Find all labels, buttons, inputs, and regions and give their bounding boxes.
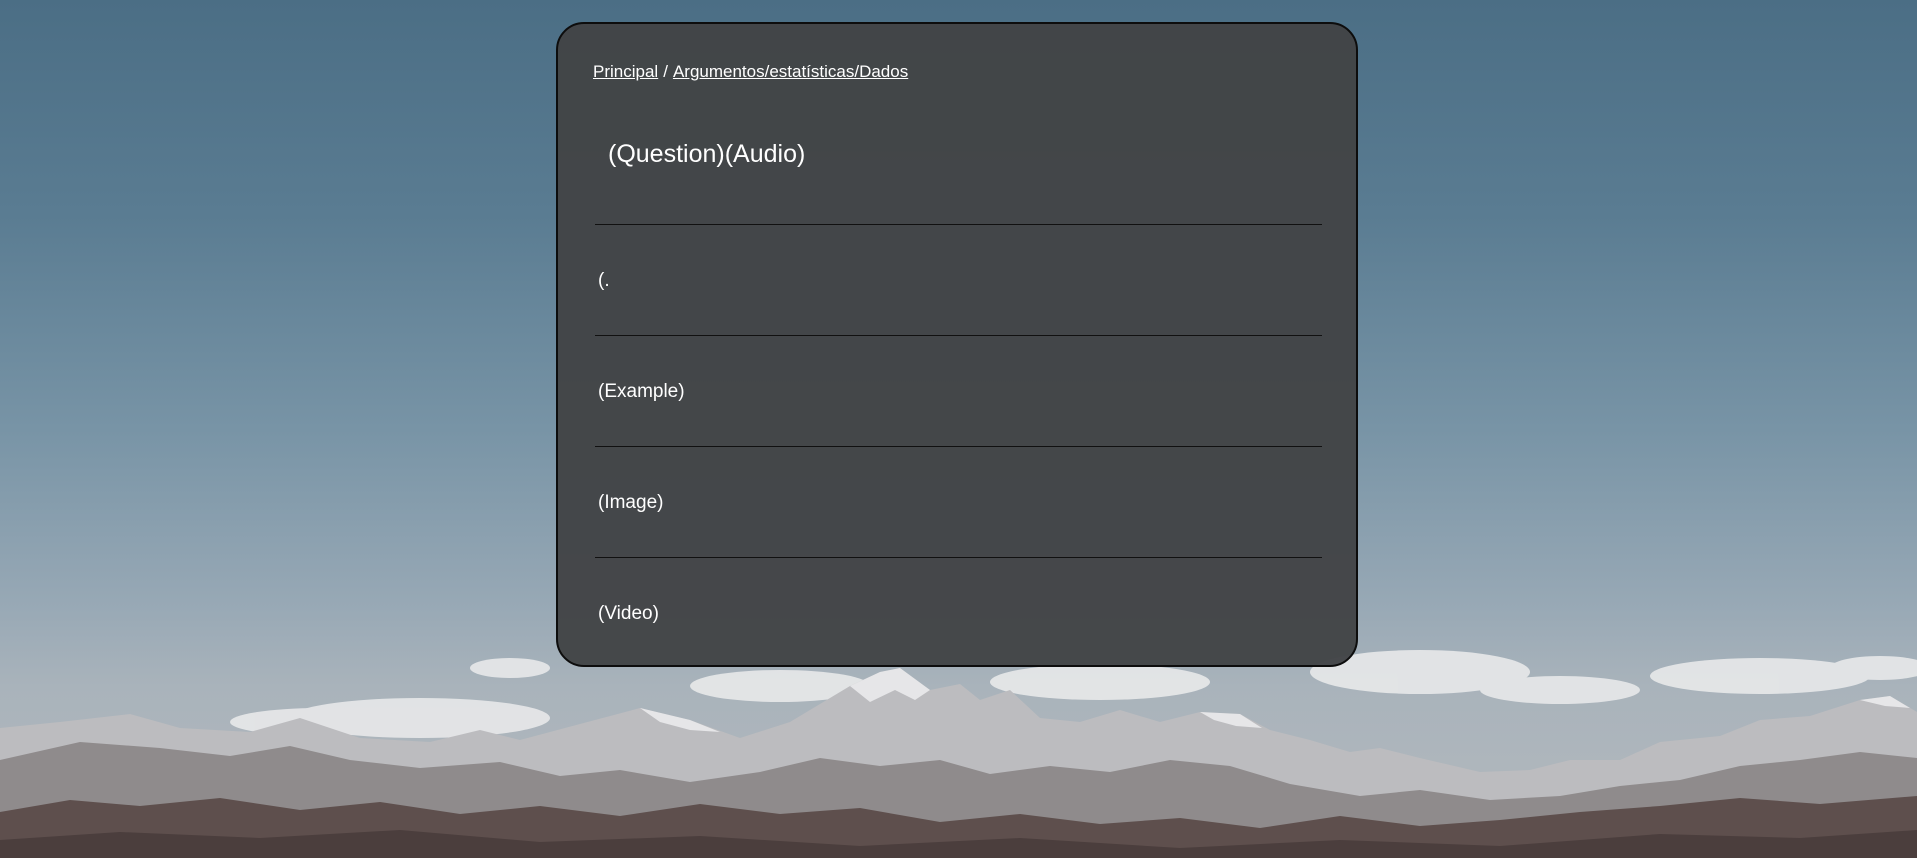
section-label-video: (Video)	[598, 603, 659, 624]
section-divider	[595, 224, 1322, 225]
section-divider	[595, 557, 1322, 558]
page-title: (Question)(Audio)	[608, 140, 806, 168]
breadcrumb-link-current[interactable]: Argumentos/estatísticas/Dados	[673, 62, 908, 81]
breadcrumb: Principal / Argumentos/estatísticas/Dados	[593, 62, 908, 82]
section-label-example: (Example)	[598, 381, 685, 402]
section-divider	[595, 335, 1322, 336]
section-label-image: (Image)	[598, 492, 664, 513]
breadcrumb-link-home[interactable]: Principal	[593, 62, 658, 81]
breadcrumb-separator: /	[663, 62, 668, 81]
section-divider	[595, 446, 1322, 447]
section-label-intro: (.	[598, 270, 610, 291]
content-card: Principal / Argumentos/estatísticas/Dados …	[556, 22, 1358, 667]
